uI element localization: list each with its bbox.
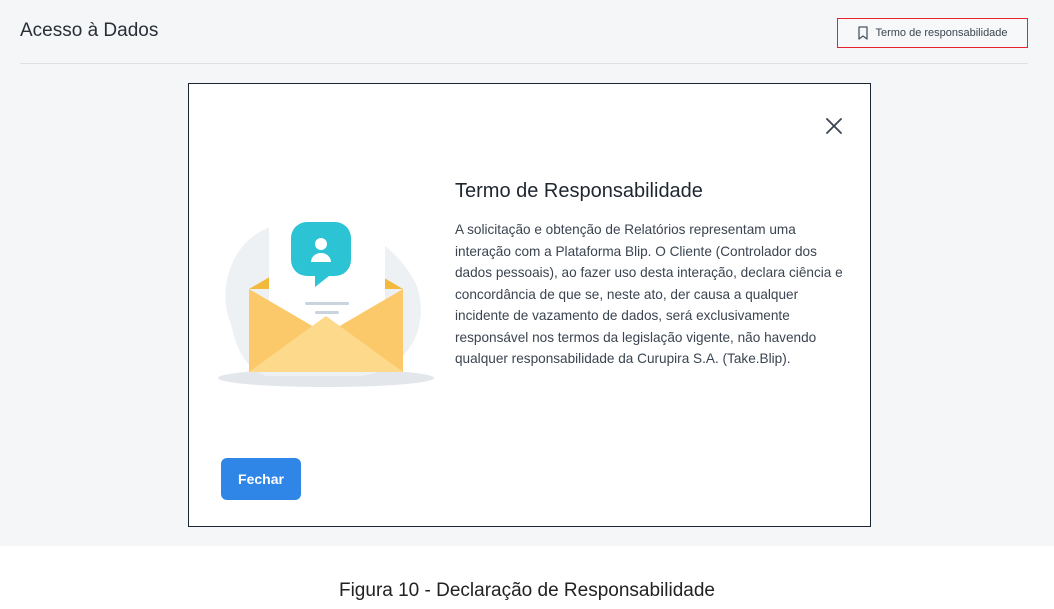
bookmark-icon <box>857 26 869 40</box>
figure-caption: Figura 10 - Declaração de Responsabilida… <box>338 580 715 601</box>
terms-link-label: Termo de responsabilidade <box>875 27 1008 39</box>
close-button[interactable]: Fechar <box>221 458 301 500</box>
modal-title: Termo de Responsabilidade <box>455 180 703 202</box>
close-icon[interactable] <box>824 116 844 136</box>
page-title: Acesso à Dados <box>20 20 159 41</box>
envelope-letter-user-icon <box>211 194 441 394</box>
terms-modal: Termo de Responsabilidade A solicitação … <box>188 83 871 527</box>
app-screen: Acesso à Dados Termo de responsabilidade <box>0 0 1054 546</box>
modal-content: Termo de Responsabilidade A solicitação … <box>455 180 847 370</box>
terms-of-responsibility-link[interactable]: Termo de responsabilidade <box>837 18 1028 48</box>
modal-body-text: A solicitação e obtenção de Relatórios r… <box>455 222 843 366</box>
page-header: Acesso à Dados Termo de responsabilidade <box>20 0 1028 64</box>
